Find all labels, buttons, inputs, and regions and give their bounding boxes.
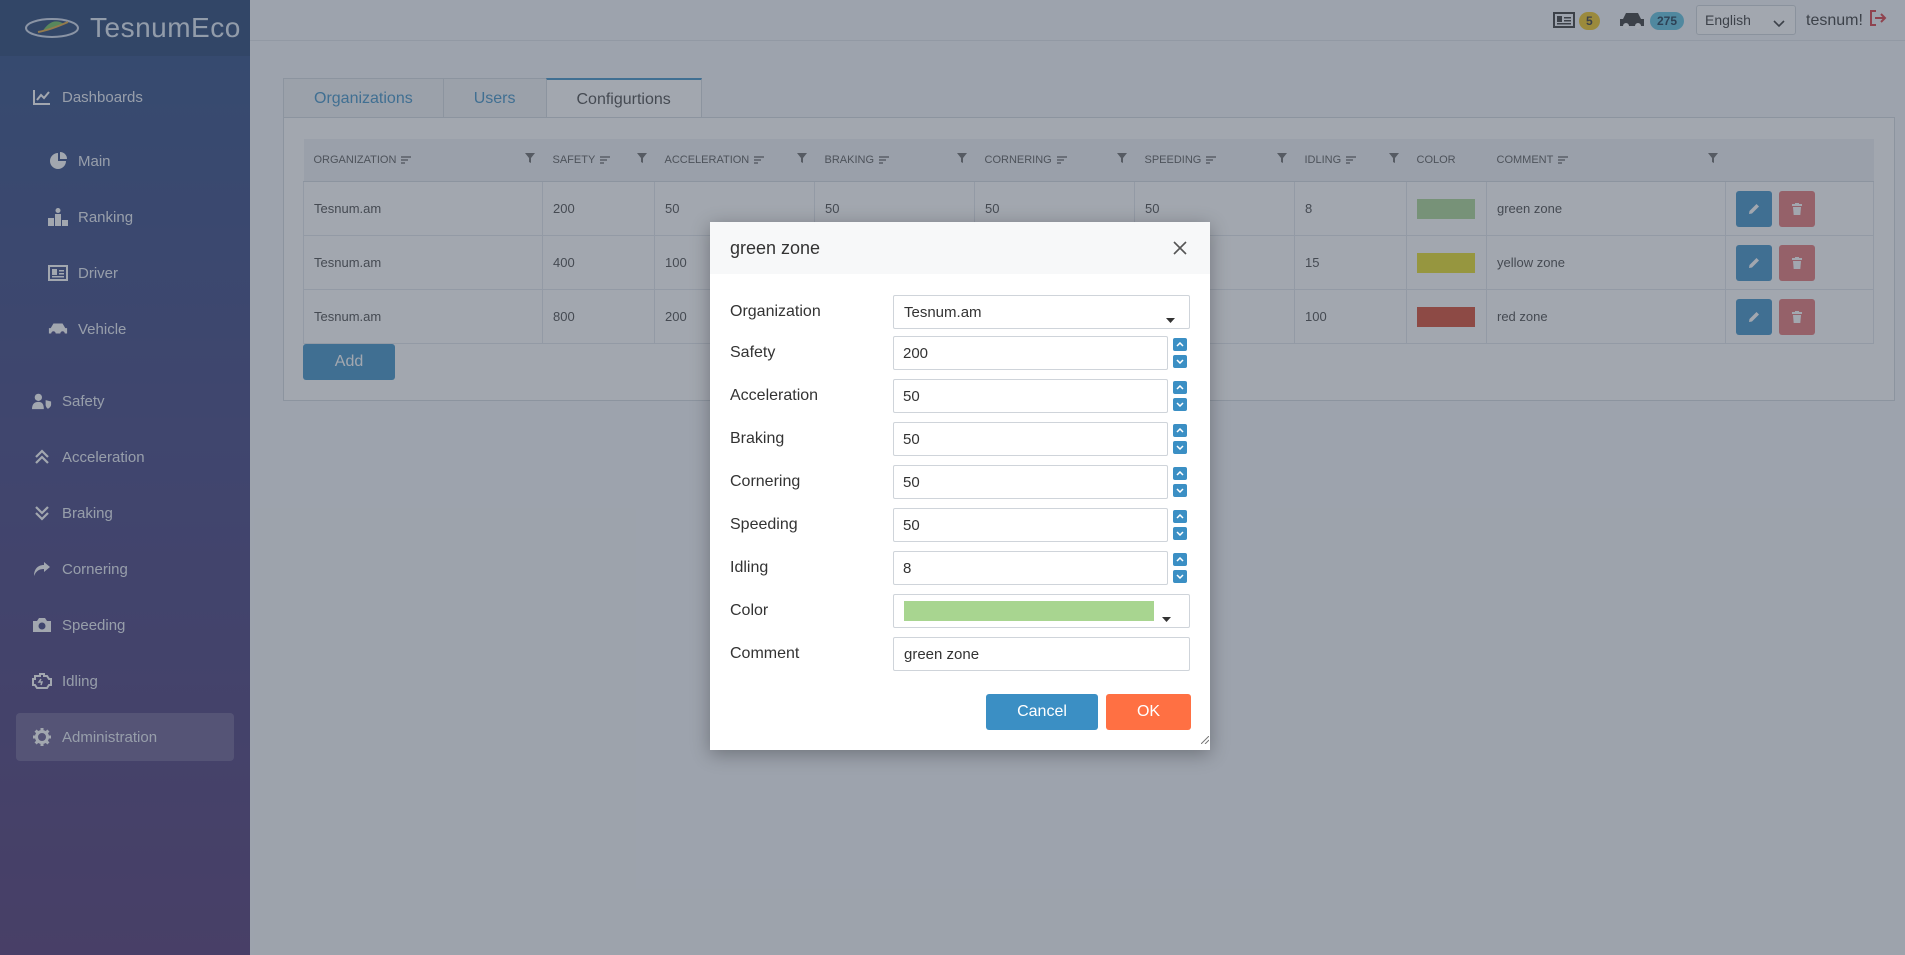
chevron-up-icon	[1176, 428, 1184, 433]
comment-label: Comment	[730, 645, 800, 662]
close-icon[interactable]	[1170, 238, 1190, 258]
idling-spinner	[1173, 553, 1189, 583]
decrement-button[interactable]	[1173, 484, 1187, 497]
increment-button[interactable]	[1173, 424, 1187, 437]
braking-spinner	[1173, 424, 1189, 454]
chevron-down-icon	[1176, 488, 1184, 493]
acceleration-row: Acceleration 50	[730, 378, 1190, 414]
acceleration-label: Acceleration	[730, 387, 819, 404]
chevron-up-icon	[1176, 557, 1184, 562]
chevron-up-icon	[1176, 342, 1184, 347]
speeding-spinner	[1173, 510, 1189, 540]
organization-label: Organization	[730, 303, 821, 320]
speeding-input[interactable]: 50	[893, 508, 1168, 542]
increment-button[interactable]	[1173, 510, 1187, 523]
chevron-down-icon	[1176, 445, 1184, 450]
cornering-row: Cornering 50	[730, 464, 1190, 500]
safety-input[interactable]: 200	[893, 336, 1168, 370]
increment-button[interactable]	[1173, 467, 1187, 480]
increment-button[interactable]	[1173, 338, 1187, 351]
idling-input[interactable]: 8	[893, 551, 1168, 585]
idling-row: Idling 8	[730, 550, 1190, 586]
decrement-button[interactable]	[1173, 527, 1187, 540]
decrement-button[interactable]	[1173, 398, 1187, 411]
idling-label: Idling	[730, 559, 769, 576]
caret-down-icon	[1162, 609, 1171, 626]
safety-spinner	[1173, 338, 1189, 368]
chevron-up-icon	[1176, 471, 1184, 476]
cornering-label: Cornering	[730, 473, 801, 490]
caret-down-icon	[1166, 310, 1175, 327]
organization-row: Organization Tesnum.am	[730, 294, 1190, 330]
color-label: Color	[730, 602, 769, 619]
color-preview	[904, 601, 1154, 621]
cornering-spinner	[1173, 467, 1189, 497]
safety-label: Safety	[730, 344, 776, 361]
organization-select[interactable]: Tesnum.am	[893, 295, 1190, 329]
decrement-button[interactable]	[1173, 441, 1187, 454]
braking-label: Braking	[730, 430, 785, 447]
cornering-input[interactable]: 50	[893, 465, 1168, 499]
speeding-label: Speeding	[730, 516, 798, 533]
chevron-up-icon	[1176, 514, 1184, 519]
increment-button[interactable]	[1173, 381, 1187, 394]
speeding-row: Speeding 50	[730, 507, 1190, 543]
organization-value: Tesnum.am	[904, 303, 982, 321]
color-picker[interactable]	[893, 594, 1190, 628]
acceleration-spinner	[1173, 381, 1189, 411]
decrement-button[interactable]	[1173, 355, 1187, 368]
comment-row: Comment green zone	[730, 636, 1190, 672]
comment-input[interactable]: green zone	[893, 637, 1190, 671]
dialog-title: green zone	[730, 237, 821, 258]
chevron-down-icon	[1176, 359, 1184, 364]
braking-row: Braking 50	[730, 421, 1190, 457]
chevron-down-icon	[1176, 574, 1184, 579]
dialog-header: green zone	[710, 222, 1210, 274]
increment-button[interactable]	[1173, 553, 1187, 566]
chevron-up-icon	[1176, 385, 1184, 390]
resize-handle-icon[interactable]	[1200, 731, 1210, 749]
cancel-button[interactable]: Cancel	[986, 694, 1098, 730]
chevron-down-icon	[1176, 402, 1184, 407]
edit-configuration-dialog: green zone Organization Tesnum.am Safety…	[710, 222, 1210, 750]
chevron-down-icon	[1176, 531, 1184, 536]
decrement-button[interactable]	[1173, 570, 1187, 583]
braking-input[interactable]: 50	[893, 422, 1168, 456]
safety-row: Safety 200	[730, 335, 1190, 371]
color-row: Color	[730, 593, 1190, 629]
acceleration-input[interactable]: 50	[893, 379, 1168, 413]
ok-button[interactable]: OK	[1106, 694, 1191, 730]
